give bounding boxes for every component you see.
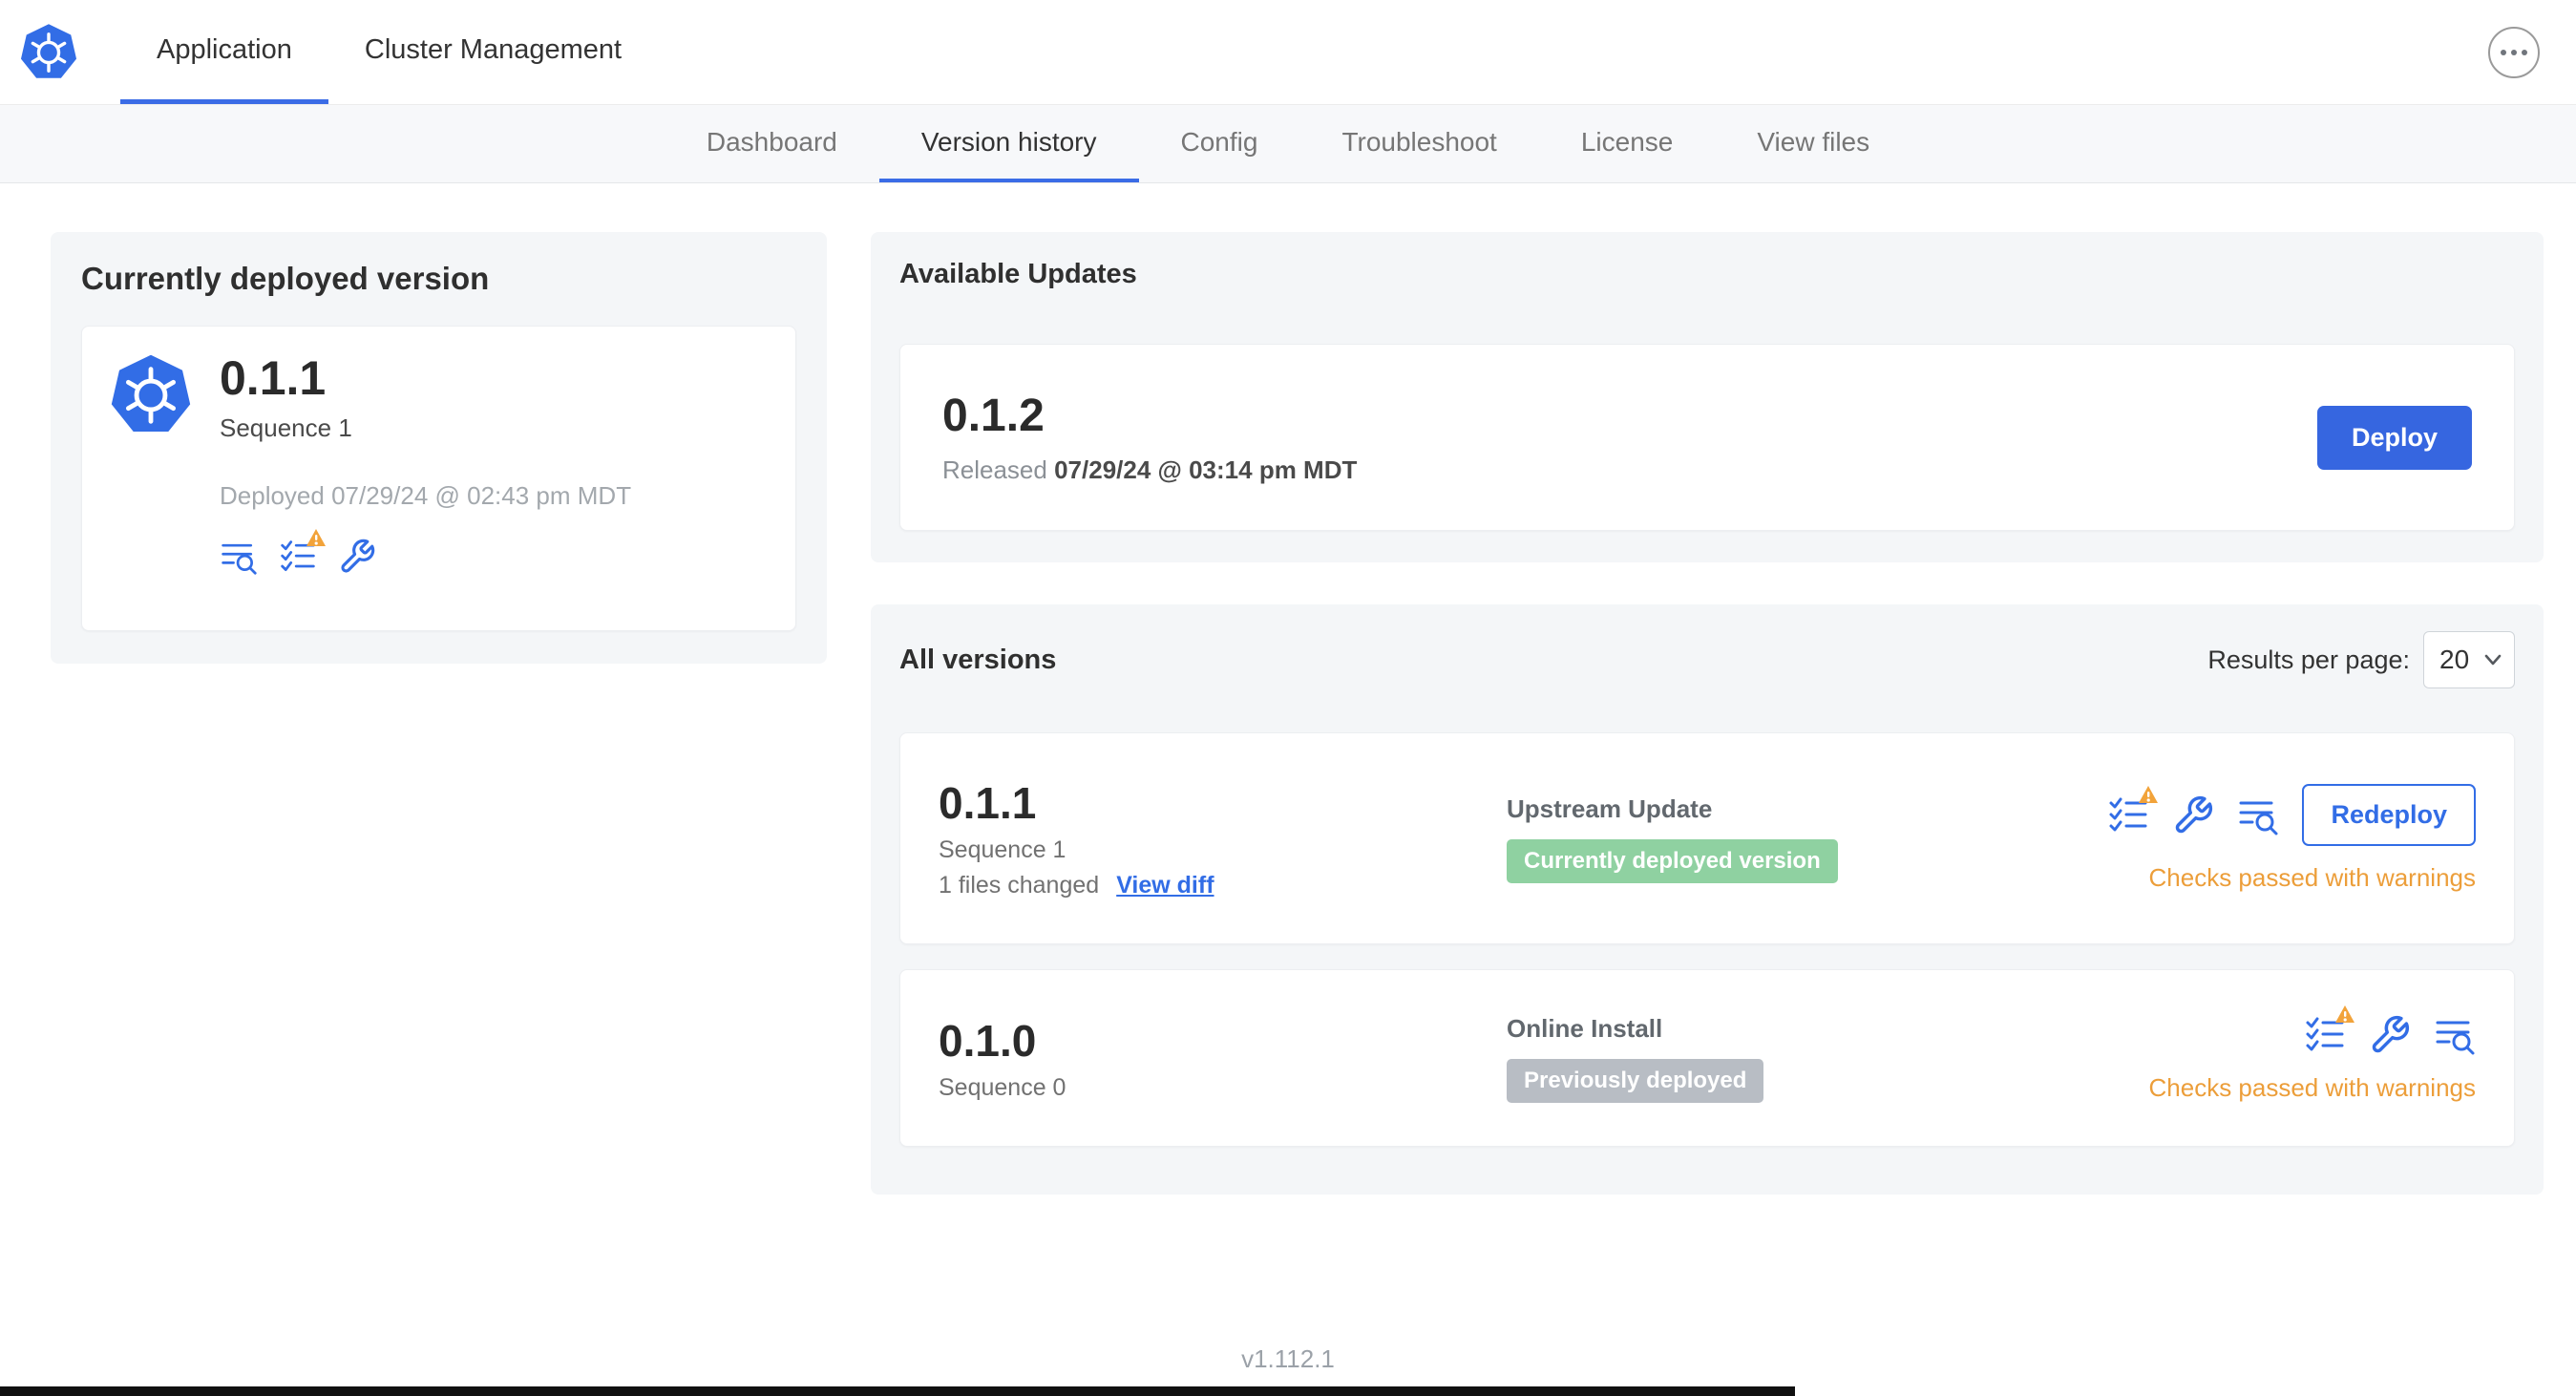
row-sequence: Sequence 0 xyxy=(939,1073,1066,1101)
row-version-number: 0.1.1 xyxy=(939,778,1037,828)
console-version: v1.112.1 xyxy=(1241,1344,1335,1373)
subnav-tab-troubleshoot[interactable]: Troubleshoot xyxy=(1299,105,1538,182)
subnav-tab-version-history-label: Version history xyxy=(920,126,1097,157)
update-version-number: 0.1.2 xyxy=(942,391,1045,441)
deployed-version-info: 0.1.1 Sequence 1 Deployed 07/29/24 @ 02:… xyxy=(220,353,631,603)
available-updates-card: Available Updates 0.1.2 Released 07/29/2… xyxy=(871,232,2544,562)
results-per-page-select[interactable]: 20 xyxy=(2423,631,2515,688)
bottom-edge-bar xyxy=(0,1386,1795,1396)
currently-deployed-title: Currently deployed version xyxy=(81,261,490,296)
results-per-page: Results per page: 20 xyxy=(2207,631,2515,688)
files-changed-count: 1 files changed xyxy=(939,872,1100,899)
subnav-tab-license[interactable]: License xyxy=(1539,105,1716,182)
tab-cluster-management-label: Cluster Management xyxy=(364,33,623,65)
version-source-block: Upstream Update Currently deployed versi… xyxy=(1507,794,1838,883)
update-info: 0.1.2 Released 07/29/24 @ 03:14 pm MDT xyxy=(942,390,1357,485)
row-version-number: 0.1.0 xyxy=(939,1015,1037,1066)
chevron-down-icon xyxy=(2484,654,2502,666)
deploy-button[interactable]: Deploy xyxy=(2316,405,2472,470)
preflight-checks-icon[interactable] xyxy=(2304,1005,2354,1056)
preflight-checks-icon[interactable] xyxy=(279,528,326,576)
subnav-tab-dashboard-label: Dashboard xyxy=(706,126,837,157)
files-changed-line: 1 files changed View diff xyxy=(939,872,1507,899)
version-source-label: Online Install xyxy=(1507,1013,1663,1043)
edit-config-icon[interactable] xyxy=(2369,1014,2411,1056)
version-actions-row: Redeploy xyxy=(2107,784,2476,846)
subnav-tab-view-files-label: View files xyxy=(1757,126,1870,157)
deployed-timestamp: Deployed 07/29/24 @ 02:43 pm MDT xyxy=(220,480,632,510)
tab-cluster-management[interactable]: Cluster Management xyxy=(328,0,658,104)
version-row-0.1.0: 0.1.0 Sequence 0 Online Install Previous… xyxy=(899,969,2515,1147)
all-versions-title: All versions xyxy=(899,644,1057,675)
subnav-tab-dashboard[interactable]: Dashboard xyxy=(665,105,879,182)
released-date: 07/29/24 @ 03:14 pm MDT xyxy=(1054,455,1358,484)
version-source-block: Online Install Previously deployed xyxy=(1507,1013,1764,1103)
version-actions-block: Redeploy Checks passed with warnings xyxy=(2107,784,2476,893)
version-actions-block: Checks passed with warnings xyxy=(2148,1005,2477,1103)
subnav-tab-troubleshoot-label: Troubleshoot xyxy=(1341,126,1497,157)
deployed-version-number: 0.1.1 xyxy=(220,351,327,405)
page-footer: v1.112.1 xyxy=(0,1344,2576,1374)
available-updates-title: Available Updates xyxy=(899,259,1137,289)
subnav-tab-config[interactable]: Config xyxy=(1139,105,1300,182)
warning-triangle-icon xyxy=(2138,785,2159,809)
results-per-page-label: Results per page: xyxy=(2207,645,2410,674)
tab-application-label: Application xyxy=(157,33,292,65)
checks-status-text: Checks passed with warnings xyxy=(2148,863,2477,892)
header-tabs: Application Cluster Management xyxy=(120,0,658,104)
kubernetes-logo-icon xyxy=(19,23,78,82)
row-sequence: Sequence 1 xyxy=(939,836,1066,863)
tab-application[interactable]: Application xyxy=(120,0,328,104)
warning-triangle-icon xyxy=(2334,1005,2355,1028)
deployed-version-panel: 0.1.1 Sequence 1 Deployed 07/29/24 @ 02:… xyxy=(81,326,796,631)
warning-triangle-icon xyxy=(306,528,327,552)
deployed-status-badge: Previously deployed xyxy=(1507,1058,1764,1103)
available-update-row: 0.1.2 Released 07/29/24 @ 03:14 pm MDT D… xyxy=(899,344,2515,531)
app-subnav: Dashboard Version history Config Trouble… xyxy=(0,105,2576,183)
kubernetes-logo-icon xyxy=(109,353,193,437)
all-versions-card: All versions Results per page: 20 0.1.1 … xyxy=(871,604,2544,1195)
overflow-menu-button[interactable] xyxy=(2488,27,2540,78)
subnav-tab-version-history[interactable]: Version history xyxy=(878,105,1139,182)
currently-deployed-card: Currently deployed version 0.1.1 Sequenc… xyxy=(51,232,827,664)
deployed-status-badge: Currently deployed version xyxy=(1507,838,1838,883)
redeploy-button[interactable]: Redeploy xyxy=(2302,784,2476,846)
preflight-checks-icon[interactable] xyxy=(2107,785,2159,836)
deployed-sequence: Sequence 1 xyxy=(220,412,352,442)
subnav-tab-config-label: Config xyxy=(1180,126,1258,157)
version-actions-row xyxy=(2304,1005,2476,1056)
edit-config-icon[interactable] xyxy=(338,538,376,576)
version-info: 0.1.0 Sequence 0 xyxy=(939,1015,1507,1102)
view-diff-link[interactable]: View diff xyxy=(1116,872,1214,899)
release-notes-icon[interactable] xyxy=(2434,1014,2476,1056)
release-notes-icon[interactable] xyxy=(2237,794,2279,836)
released-prefix: Released xyxy=(942,455,1047,484)
subnav-tab-license-label: License xyxy=(1580,126,1674,157)
edit-config-icon[interactable] xyxy=(2172,794,2214,836)
ellipsis-icon xyxy=(2501,50,2506,55)
results-per-page-value: 20 xyxy=(2439,645,2470,674)
checks-status-text: Checks passed with warnings xyxy=(2148,1072,2477,1102)
version-source-label: Upstream Update xyxy=(1507,793,1713,823)
all-versions-header: All versions Results per page: 20 xyxy=(899,631,2515,688)
release-notes-icon[interactable] xyxy=(220,538,258,576)
top-nav: Application Cluster Management xyxy=(0,0,2576,105)
version-row-0.1.1: 0.1.1 Sequence 1 1 files changed View di… xyxy=(899,732,2515,944)
version-info: 0.1.1 Sequence 1 1 files changed View di… xyxy=(939,777,1507,899)
subnav-tab-view-files[interactable]: View files xyxy=(1715,105,1911,182)
update-released-line: Released 07/29/24 @ 03:14 pm MDT xyxy=(942,455,1357,485)
deployed-icon-row xyxy=(220,528,631,576)
